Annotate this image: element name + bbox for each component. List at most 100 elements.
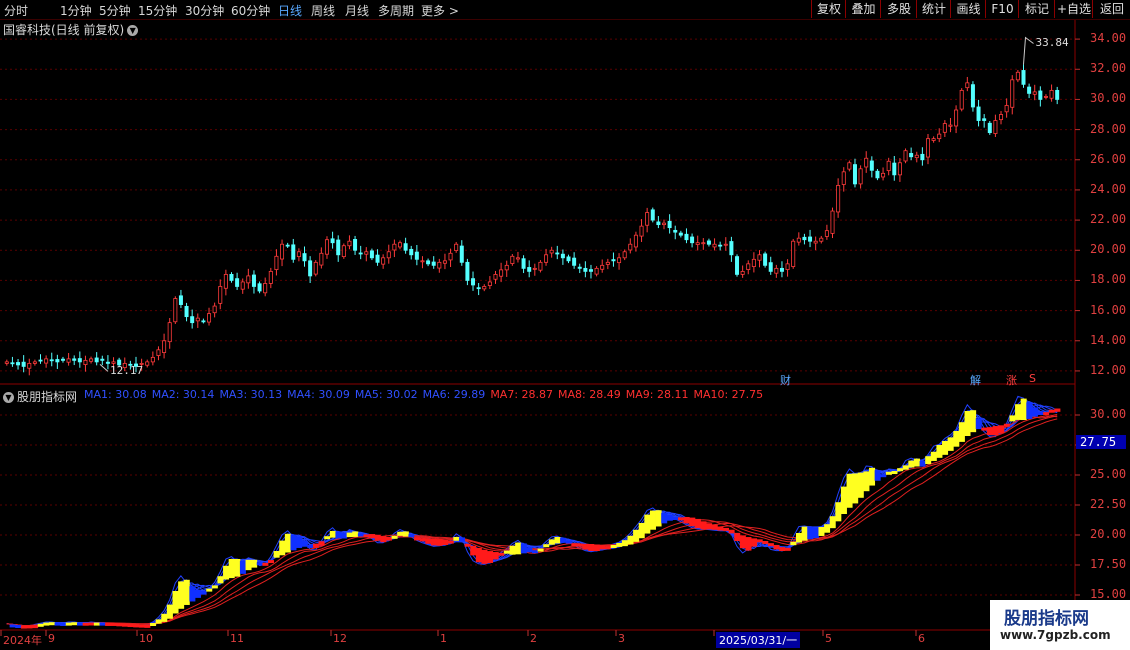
chevron-down-icon[interactable]: ▼	[3, 392, 14, 403]
candle-body	[673, 229, 678, 233]
candle-body	[291, 244, 296, 260]
trend-step	[32, 625, 39, 629]
trend-step	[121, 623, 128, 627]
ma-legend-item: MA10: 27.75	[693, 388, 764, 401]
trend-step	[352, 531, 359, 537]
trend-step	[756, 539, 763, 543]
candle-body	[10, 362, 15, 365]
trend-step	[189, 586, 196, 602]
candle-body	[824, 230, 829, 237]
trend-step	[891, 471, 898, 474]
stock-title[interactable]: 国睿科技(日线 前复权) ▼	[3, 21, 139, 38]
date-label: 1	[440, 632, 447, 645]
trend-step	[902, 465, 909, 470]
rise-marker[interactable]: 涨	[1006, 372, 1017, 388]
candle-body	[16, 362, 21, 366]
ma-legend-item: MA8: 28.49	[558, 388, 621, 401]
trend-step	[425, 538, 432, 544]
trend-step	[576, 543, 583, 547]
candle-body	[633, 234, 638, 248]
trend-step	[200, 591, 207, 595]
candle-body	[779, 267, 784, 272]
candle-body	[1027, 86, 1032, 94]
candle-body	[32, 361, 37, 364]
trend-step	[621, 540, 628, 547]
trend-step	[947, 437, 954, 451]
price-axis-label: 12.00	[1090, 362, 1127, 377]
candle-body	[448, 252, 453, 261]
trend-step	[616, 543, 623, 547]
trend-step	[43, 622, 50, 626]
candle-body	[650, 209, 655, 221]
candle-body	[948, 124, 953, 127]
trend-step	[99, 622, 106, 626]
candle-body	[442, 260, 447, 264]
trend-step	[93, 622, 100, 626]
trend-step	[1015, 404, 1022, 420]
chart-canvas[interactable]	[0, 0, 1130, 650]
trend-step	[818, 527, 825, 536]
trend-step	[481, 549, 488, 564]
candle-body	[499, 269, 504, 277]
trend-step	[211, 585, 218, 589]
trend-step	[734, 532, 741, 541]
trend-step	[194, 589, 201, 598]
trend-step	[706, 523, 713, 530]
candle-body	[808, 236, 813, 242]
trend-step	[605, 546, 612, 550]
candle-body	[886, 160, 891, 172]
candle-body	[369, 250, 374, 259]
trend-step	[239, 561, 246, 574]
candle-body	[1049, 89, 1054, 99]
candle-body	[178, 295, 183, 305]
chevron-down-icon[interactable]: ▼	[127, 25, 139, 36]
price-axis-label: 30.00	[1090, 91, 1127, 106]
candle-body	[729, 241, 734, 256]
trend-step	[722, 527, 729, 531]
trend-step	[357, 533, 364, 537]
trend-step	[206, 588, 213, 592]
trend-step	[520, 543, 527, 554]
trend-step	[1043, 412, 1050, 416]
trend-step	[127, 624, 134, 628]
trend-step	[683, 517, 690, 524]
trend-step	[116, 623, 123, 627]
trend-step	[1048, 409, 1055, 413]
candle-body	[600, 264, 605, 270]
candle-body	[324, 239, 329, 255]
trend-step	[835, 502, 842, 522]
trend-step	[88, 622, 95, 626]
candle-body	[240, 281, 245, 290]
candle-body	[392, 243, 397, 251]
candle-body	[190, 316, 195, 324]
candle-body	[27, 362, 32, 369]
candle-body	[302, 253, 307, 262]
trend-step	[840, 486, 847, 514]
trend-step	[453, 537, 460, 541]
candle-body	[386, 251, 391, 259]
trend-step	[223, 565, 230, 580]
trend-step	[369, 534, 376, 539]
indicator-title[interactable]: ▼ 股朋指标网	[3, 388, 77, 405]
candle-body	[926, 138, 931, 158]
trend-step	[762, 541, 769, 544]
date-label: 2	[530, 632, 537, 645]
candle-body	[72, 358, 77, 361]
candle-body	[426, 260, 431, 265]
date-label: 12	[333, 632, 347, 645]
trend-step	[470, 545, 477, 556]
trend-step	[694, 518, 701, 529]
candle-body	[229, 273, 234, 281]
candle-body	[487, 281, 492, 286]
unlock-marker[interactable]: 解	[970, 372, 981, 388]
trend-step	[262, 562, 269, 566]
price-axis-label: 14.00	[1090, 332, 1127, 347]
candle-body	[588, 269, 593, 272]
finance-marker[interactable]: 财	[780, 372, 791, 388]
candle-body	[201, 320, 206, 323]
s-marker[interactable]: S	[1029, 372, 1036, 385]
trend-step	[363, 534, 370, 538]
trend-step	[380, 536, 387, 543]
candle-body	[942, 123, 947, 133]
candle-body	[358, 252, 363, 255]
